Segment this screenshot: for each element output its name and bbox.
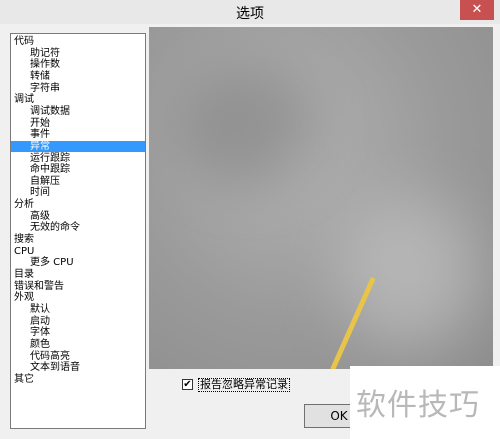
tree-category[interactable]: 其它 [11, 374, 34, 385]
tree-subitem[interactable]: 异常 [11, 140, 145, 152]
tree-subitem[interactable]: 启动 [11, 316, 50, 327]
check-icon: ✔ [183, 379, 192, 390]
tree-subitem[interactable]: 自解压 [11, 176, 60, 187]
tree-subitem[interactable]: 命中跟踪 [11, 164, 70, 175]
tree-subitem[interactable]: 时间 [11, 187, 50, 198]
tree-subitem[interactable]: 助记符 [11, 48, 60, 59]
tree-subitem[interactable]: 事件 [11, 129, 50, 140]
tree-category[interactable]: 分析 [11, 199, 34, 210]
tree-subitem[interactable]: 调试数据 [11, 106, 70, 117]
tree-category[interactable]: 外观 [11, 292, 34, 303]
tree-subitem[interactable]: 文本到语音 [11, 362, 80, 373]
tree-subitem[interactable]: 颜色 [11, 339, 50, 350]
title-bar: 选项 ✕ [0, 0, 500, 24]
checkbox-label: 报告忽略异常记录 [198, 378, 290, 392]
close-button[interactable]: ✕ [460, 0, 494, 20]
tree-subitem[interactable]: 无效的命令 [11, 222, 80, 233]
tree-category[interactable]: 调试 [11, 94, 34, 105]
report-ignored-exceptions-checkbox[interactable]: ✔ [182, 379, 193, 390]
close-icon: ✕ [471, 2, 483, 17]
tree-category[interactable]: 目录 [11, 269, 34, 280]
tree-subitem[interactable]: 开始 [11, 118, 50, 129]
tree-subitem[interactable]: 运行跟踪 [11, 153, 70, 164]
tree-subitem[interactable]: 转储 [11, 71, 50, 82]
tree-subitem[interactable]: 字符串 [11, 83, 60, 94]
options-panel [149, 27, 493, 369]
tree-category[interactable]: 错误和警告 [11, 281, 64, 292]
tree-category[interactable]: CPU [11, 246, 34, 257]
tree-category[interactable]: 搜索 [11, 234, 34, 245]
tree-subitem[interactable]: 代码高亮 [11, 351, 70, 362]
watermark: 软件技巧 [356, 388, 480, 423]
blurred-region [339, 197, 479, 347]
tree-subitem[interactable]: 字体 [11, 327, 50, 338]
tree-subitem[interactable]: 默认 [11, 304, 50, 315]
window-title: 选项 [236, 6, 264, 22]
tree-category[interactable]: 代码 [11, 36, 34, 47]
tree-subitem[interactable]: 更多 CPU [11, 257, 74, 268]
blurred-region [179, 67, 319, 187]
options-tree[interactable]: 代码 助记符 操作数 转储 字符串 调试 调试数据 开始 事件 异常 运行跟踪 命中跟踪 自解压 时间 分析… [10, 33, 146, 429]
tree-subitem[interactable]: 操作数 [11, 59, 60, 70]
tree-subitem[interactable]: 高级 [11, 211, 50, 222]
